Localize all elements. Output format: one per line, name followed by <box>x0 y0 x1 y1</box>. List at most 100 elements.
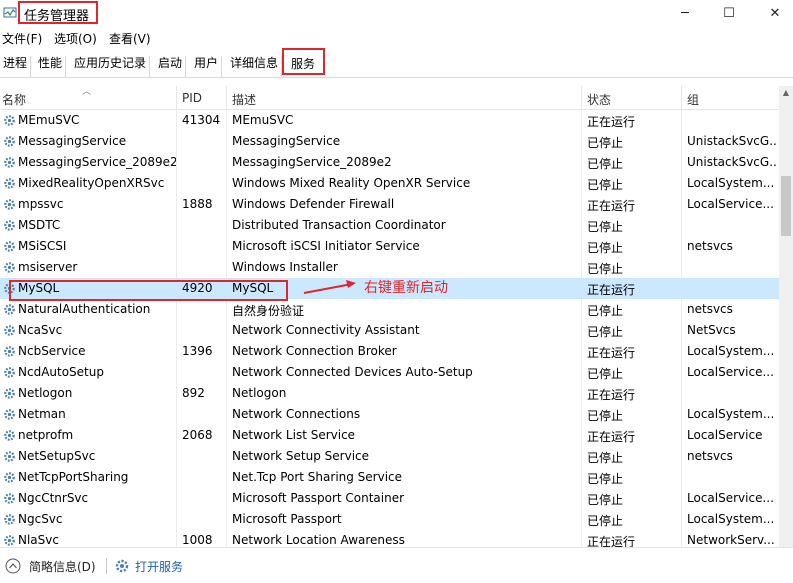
close-button[interactable]: ✕ <box>752 0 793 26</box>
service-name: MessagingService_2089e2 <box>18 155 176 169</box>
tab-bar: 进程 性能 应用历史记录 启动 用户 详细信息 <box>0 48 793 78</box>
service-status: 已停止 <box>587 136 624 150</box>
service-name: MessagingService <box>18 134 127 148</box>
menu-bar: 文件(F) 选项(O) 查看(V) <box>0 28 793 48</box>
brief-info-link[interactable]: 简略信息(D) <box>29 558 96 575</box>
maximize-button[interactable]: ☐ <box>706 0 752 26</box>
title-bar: 任务管理器 ─ ☐ ✕ <box>0 0 793 28</box>
service-group: NetworkServ... <box>687 533 775 547</box>
service-gear-icon <box>4 367 15 378</box>
service-group: netsvcs <box>687 239 733 253</box>
service-description: Network Connectivity Assistant <box>232 323 420 337</box>
mysql-highlight-box <box>9 280 288 301</box>
service-description: Network List Service <box>232 428 356 442</box>
service-pid: 1396 <box>182 344 213 358</box>
service-description: MessagingService <box>232 134 341 148</box>
service-description: Microsoft iSCSI Initiator Service <box>232 239 420 253</box>
service-status: 正在运行 <box>587 346 636 360</box>
column-group[interactable]: 组 <box>687 91 699 108</box>
table-row[interactable]: NaturalAuthentication 自然身份验证 已停止 netsvcs <box>0 299 779 320</box>
service-pid: 41304 <box>182 113 221 127</box>
tab-services[interactable]: 服务 <box>291 55 315 72</box>
table-row[interactable]: NetSetupSvc Network Setup Service 已停止 netsv… <box>0 446 779 467</box>
service-name: MSDTC <box>18 218 61 232</box>
service-description: Microsoft Passport <box>232 512 342 526</box>
tab-processes[interactable]: 进程 <box>0 56 32 78</box>
table-row[interactable]: NcbService 1396 Network Connection Broker 正… <box>0 341 779 362</box>
minimize-button[interactable]: ─ <box>662 0 708 26</box>
table-row[interactable]: NcaSvc Network Connectivity Assistant 已停止 N… <box>0 320 779 341</box>
service-description: Network Location Awareness <box>232 533 405 547</box>
vertical-scrollbar[interactable]: ▲ <box>779 86 793 547</box>
service-description: Network Setup Service <box>232 449 370 463</box>
task-manager-icon <box>3 7 17 18</box>
table-row[interactable]: NgcSvc Microsoft Passport 已停止 LocalSystem..… <box>0 509 779 530</box>
service-status: 已停止 <box>587 493 624 507</box>
table-row[interactable]: msiserver Windows Installer 已停止 <box>0 257 779 278</box>
table-row[interactable]: Netlogon 892 Netlogon 正在运行 <box>0 383 779 404</box>
table-row[interactable]: MSiSCSI Microsoft iSCSI Initiator Service… <box>0 236 779 257</box>
service-description: MEmuSVC <box>232 113 294 127</box>
service-group: UnistackSvcG... <box>687 155 777 169</box>
table-row[interactable]: Netman Network Connections 已停止 LocalSystem.… <box>0 404 779 425</box>
service-gear-icon <box>4 136 15 147</box>
service-gear-icon <box>4 262 15 273</box>
open-services-link[interactable]: 打开服务 <box>135 558 183 575</box>
service-name: NetSetupSvc <box>18 449 96 463</box>
tab-performance[interactable]: 性能 <box>35 56 67 78</box>
service-group: netsvcs <box>687 302 733 316</box>
tab-users[interactable]: 用户 <box>191 56 223 78</box>
service-status: 已停止 <box>587 325 624 339</box>
table-row[interactable]: NetTcpPortSharing Net.Tcp Port Sharing Se… <box>0 467 779 488</box>
service-name: NetTcpPortSharing <box>18 470 129 484</box>
table-row[interactable]: NcdAutoSetup Network Connected Devices Au… <box>0 362 779 383</box>
column-name[interactable]: 名称 <box>2 91 26 108</box>
service-description: Netlogon <box>232 386 287 400</box>
service-description: Windows Installer <box>232 260 338 274</box>
table-row[interactable]: MEmuSVC 41304 MEmuSVC 正在运行 <box>0 110 779 131</box>
table-row[interactable]: MessagingService MessagingService 已停止 Unist… <box>0 131 779 152</box>
service-status: 已停止 <box>587 472 624 486</box>
service-name: MixedRealityOpenXRSvc <box>18 176 165 190</box>
service-status: 已停止 <box>587 514 624 528</box>
service-status: 已停止 <box>587 178 624 192</box>
service-status: 已停止 <box>587 367 624 381</box>
table-row[interactable]: NgcCtnrSvc Microsoft Passport Container 已停… <box>0 488 779 509</box>
column-description[interactable]: 描述 <box>232 91 256 108</box>
table-row[interactable]: MixedRealityOpenXRSvc Windows Mixed Reali… <box>0 173 779 194</box>
service-group: LocalService... <box>687 197 774 211</box>
menu-file[interactable]: 文件(F) <box>2 30 42 47</box>
menu-options[interactable]: 选项(O) <box>54 30 97 47</box>
table-row[interactable]: netprofm 2068 Network List Service 正在运行 Loca… <box>0 425 779 446</box>
service-group: LocalService... <box>687 491 774 505</box>
annotation-arrow-icon <box>303 280 356 294</box>
tab-details[interactable]: 详细信息 <box>227 56 283 78</box>
tab-startup[interactable]: 启动 <box>155 56 187 78</box>
service-name: NcdAutoSetup <box>18 365 104 379</box>
services-list: MEmuSVC 41304 MEmuSVC 正在运行 MessagingService M… <box>0 110 779 547</box>
service-gear-icon <box>4 157 15 168</box>
service-pid: 1888 <box>182 197 213 211</box>
service-status: 已停止 <box>587 304 624 318</box>
service-name: msiserver <box>18 260 78 274</box>
table-row[interactable]: mpssvc 1888 Windows Defender Firewall 正在运行 L… <box>0 194 779 215</box>
table-row[interactable]: MSDTC Distributed Transaction Coordinator… <box>0 215 779 236</box>
table-row[interactable]: NlaSvc 1008 Network Location Awareness 正在运行… <box>0 530 779 547</box>
scroll-up-icon[interactable]: ▲ <box>779 86 793 100</box>
service-name: Netlogon <box>18 386 73 400</box>
scroll-thumb[interactable] <box>781 176 791 236</box>
service-gear-icon <box>4 241 15 252</box>
menu-view[interactable]: 查看(V) <box>109 30 151 47</box>
service-group: LocalSystem... <box>687 344 775 358</box>
column-pid[interactable]: PID <box>182 91 202 105</box>
tab-app-history[interactable]: 应用历史记录 <box>71 56 151 78</box>
service-status: 正在运行 <box>587 388 636 402</box>
service-description: Windows Defender Firewall <box>232 197 395 211</box>
table-row[interactable]: MessagingService_2089e2 MessagingService_… <box>0 152 779 173</box>
column-status[interactable]: 状态 <box>587 91 611 108</box>
service-status: 已停止 <box>587 262 624 276</box>
service-description: Net.Tcp Port Sharing Service <box>232 470 403 484</box>
service-group: LocalService... <box>687 365 774 379</box>
collapse-chevron-icon[interactable] <box>5 558 21 574</box>
service-status: 已停止 <box>587 409 624 423</box>
